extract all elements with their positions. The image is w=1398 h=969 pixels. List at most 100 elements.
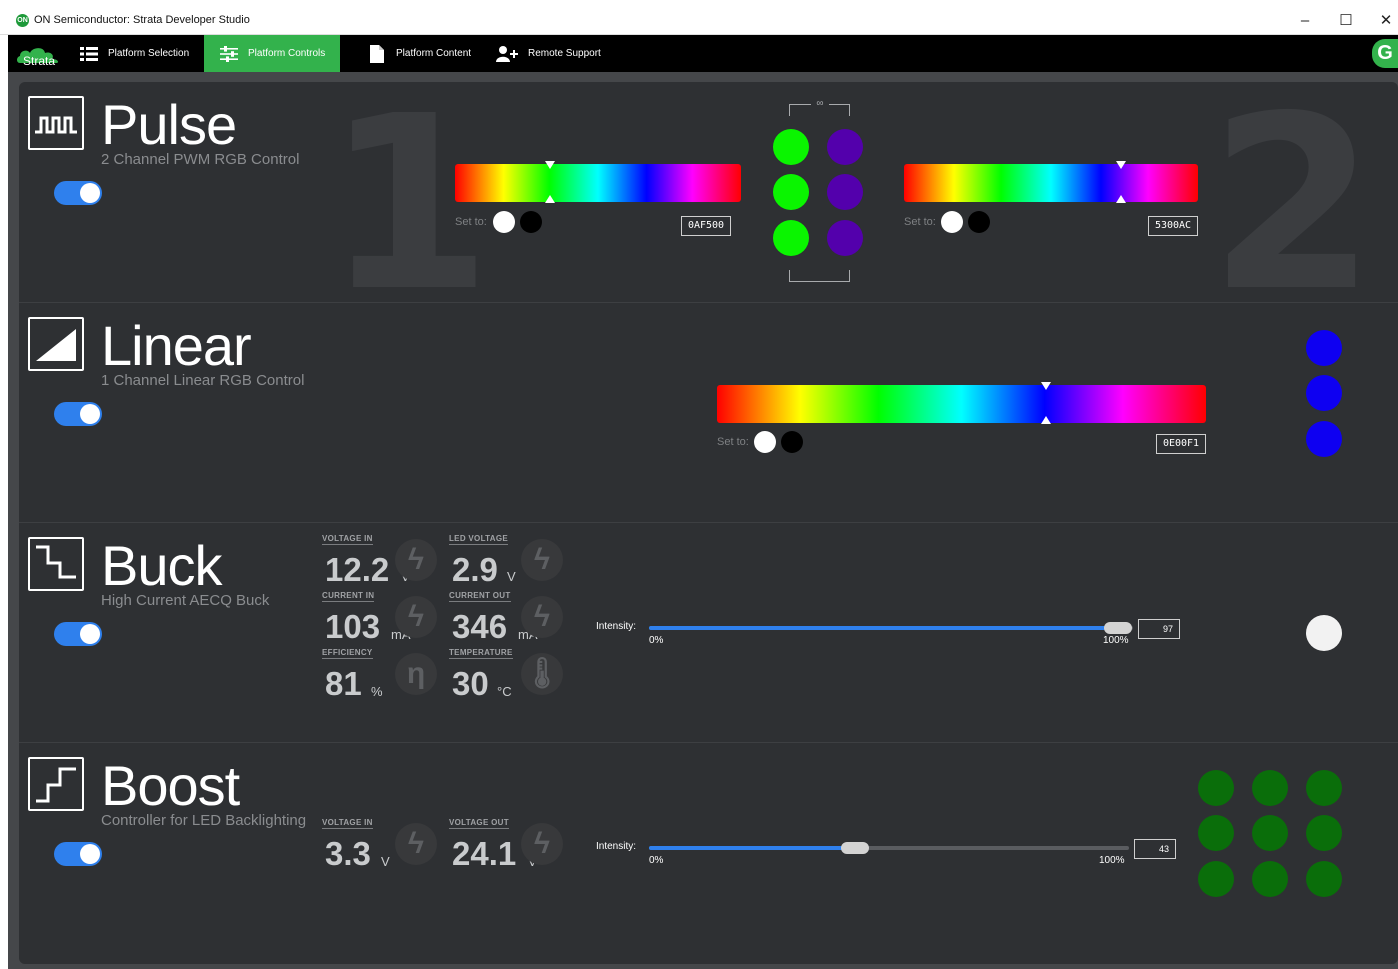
stat-label: CURRENT IN: [322, 591, 375, 602]
bolt-icon: ϟ: [521, 823, 563, 865]
tab-label: Platform Selection: [108, 48, 190, 59]
boost-enable-toggle[interactable]: [54, 842, 102, 866]
pulse-section: 1 2 Pulse 2 Channel PWM RGB Control Set …: [19, 82, 1398, 324]
stat-unit: V: [381, 854, 390, 869]
link-bracket-bottom: [789, 270, 850, 282]
pulse-ch2-hex-input[interactable]: 5300AC: [1148, 216, 1198, 236]
maximize-button[interactable]: ☐: [1332, 9, 1360, 33]
tab-remote-support[interactable]: Remote Support: [492, 35, 605, 72]
stat-value: 2.9: [452, 551, 498, 588]
user-avatar[interactable]: G: [1372, 39, 1398, 68]
pulse-ch2-set-to-label: Set to:: [904, 216, 936, 228]
tab-platform-content[interactable]: Platform Content: [358, 35, 481, 72]
boost-step-up-icon: [28, 757, 84, 811]
platform-controls-panel: 1 2 Pulse 2 Channel PWM RGB Control Set …: [19, 82, 1398, 964]
boost-intensity-min: 0%: [649, 855, 664, 866]
pulse-ch2-hue-handle[interactable]: [1116, 161, 1126, 169]
pulse-ch2-set-white[interactable]: [941, 211, 963, 233]
boost-intensity-thumb[interactable]: [841, 842, 870, 854]
close-button[interactable]: ✕: [1372, 9, 1398, 33]
boost-led-4: [1198, 815, 1234, 851]
boost-led-5: [1252, 815, 1288, 851]
boost-led-9: [1306, 861, 1342, 897]
document-icon: [370, 44, 384, 63]
pulse-ch1-hue-slider[interactable]: [455, 164, 741, 202]
pulse-title: Pulse: [101, 93, 237, 156]
pulse-ch1-hue-handle[interactable]: [545, 161, 555, 169]
buck-intensity-thumb[interactable]: [1104, 622, 1133, 634]
stat-label: LED VOLTAGE: [449, 534, 509, 545]
linear-hex-input[interactable]: 0E00F1: [1156, 434, 1206, 454]
pulse-led-3: [773, 220, 809, 256]
link-icon: ∞: [811, 98, 829, 110]
boost-intensity-slider[interactable]: [649, 846, 1129, 850]
boost-led-1: [1198, 770, 1234, 806]
boost-subtitle: Controller for LED Backlighting: [101, 812, 307, 829]
stat-value: 24.1: [452, 835, 517, 872]
stat-value: 81: [325, 665, 362, 702]
stat-unit: %: [371, 684, 383, 699]
strata-logo: Strata: [17, 48, 59, 67]
toggle-knob: [80, 183, 100, 203]
pulse-ch2-set-black[interactable]: [968, 211, 990, 233]
pulse-led-1: [773, 129, 809, 165]
linear-title: Linear: [101, 314, 252, 377]
bolt-icon: ϟ: [395, 596, 437, 638]
stat-label: VOLTAGE IN: [322, 818, 373, 829]
pwm-icon: [28, 96, 84, 150]
linear-hue-handle-bottom[interactable]: [1041, 416, 1051, 424]
pulse-ch1-set-white[interactable]: [493, 211, 515, 233]
tab-platform-selection[interactable]: Platform Selection: [68, 35, 201, 72]
stat-unit: °C: [497, 684, 512, 699]
boost-led-7: [1198, 861, 1234, 897]
svg-text:Strata: Strata: [23, 54, 55, 67]
pulse-ch2-hue-slider[interactable]: [904, 164, 1198, 202]
boost-led-6: [1306, 815, 1342, 851]
buck-section: Buck High Current AECQ Buck VOLTAGE IN 1…: [19, 523, 1398, 743]
stat-label: VOLTAGE IN: [322, 534, 373, 545]
thermometer-icon: 🌡: [521, 653, 563, 695]
boost-intensity-input[interactable]: 43: [1134, 839, 1176, 859]
linear-hue-slider[interactable]: [717, 385, 1206, 423]
stat-value: 3.3: [325, 835, 371, 872]
toggle-knob: [80, 624, 100, 644]
buck-enable-toggle[interactable]: [54, 622, 102, 646]
eta-icon: η: [395, 653, 437, 695]
app-icon: ON: [16, 14, 29, 27]
linear-hue-handle[interactable]: [1041, 382, 1051, 390]
window-edge: [0, 72, 8, 969]
boost-title: Boost: [101, 754, 240, 817]
pulse-ch1-hue-handle-bottom[interactable]: [545, 195, 555, 203]
buck-intensity-slider[interactable]: [649, 626, 1133, 630]
pulse-enable-toggle[interactable]: [54, 181, 102, 205]
stat-value: 12.2: [325, 551, 390, 588]
buck-intensity-input[interactable]: 97: [1138, 619, 1180, 639]
linear-set-to-label: Set to:: [717, 436, 749, 448]
linear-set-black[interactable]: [781, 431, 803, 453]
bolt-icon: ϟ: [395, 823, 437, 865]
linear-led-1: [1306, 330, 1342, 366]
pulse-ch2-hue-handle-bottom[interactable]: [1116, 195, 1126, 203]
boost-intensity-max: 100%: [1099, 855, 1125, 866]
stat-value: 346: [452, 608, 508, 645]
pulse-ch1-set-black[interactable]: [520, 211, 542, 233]
linear-section: Linear 1 Channel Linear RGB Control Set …: [19, 303, 1398, 523]
boost-led-2: [1252, 770, 1288, 806]
sliders-icon: [220, 45, 238, 62]
linear-set-white[interactable]: [754, 431, 776, 453]
toggle-knob: [80, 844, 100, 864]
pulse-ch1-hex-input[interactable]: 0AF500: [681, 216, 731, 236]
stat-label: EFFICIENCY: [322, 648, 373, 659]
bolt-icon: ϟ: [395, 539, 437, 581]
boost-section: Boost Controller for LED Backlighting VO…: [19, 743, 1398, 964]
pulse-ch1-set-to-label: Set to:: [455, 216, 487, 228]
channel-2-number: 2: [1209, 82, 1376, 344]
minimize-button[interactable]: –: [1291, 9, 1319, 33]
linear-led-3: [1306, 421, 1342, 457]
buck-intensity-label: Intensity:: [596, 621, 637, 632]
pulse-led-6: [827, 220, 863, 256]
tab-platform-controls[interactable]: Platform Controls: [204, 35, 340, 72]
linear-subtitle: 1 Channel Linear RGB Control: [101, 372, 305, 389]
linear-enable-toggle[interactable]: [54, 402, 102, 426]
nav-bar: Strata Platform Selection Platform Contr…: [8, 35, 1398, 72]
